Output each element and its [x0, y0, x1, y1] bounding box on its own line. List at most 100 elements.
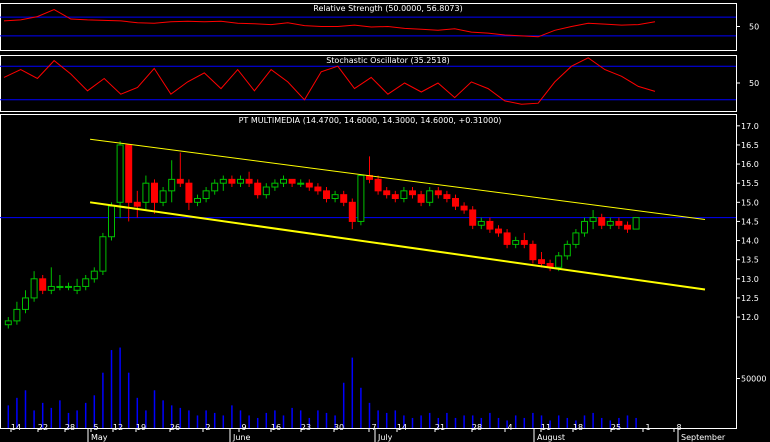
- price-candle-body: [202, 190, 210, 199]
- price-candle-body: [434, 190, 442, 196]
- price-ytick-label: 15.5: [741, 179, 759, 188]
- x-tick-label: 12: [113, 423, 123, 432]
- price-candle-body: [82, 278, 90, 287]
- price-candle-body: [409, 190, 416, 196]
- price-ytick-label: 16.5: [741, 141, 759, 150]
- x-tick-label: 11: [541, 423, 551, 432]
- price-candle-body: [357, 175, 365, 222]
- price-candle-body: [254, 182, 262, 196]
- price-candle-body: [99, 236, 107, 272]
- month-label: September: [681, 433, 726, 442]
- price-ytick-label: 14.0: [741, 237, 759, 246]
- price-candle-body: [22, 297, 29, 310]
- price-candle-body: [503, 232, 511, 245]
- price-candle-body: [185, 182, 193, 203]
- rsi-title: Relative Strength (50.0000, 56.8073): [313, 4, 462, 13]
- price-candle-body: [589, 217, 597, 222]
- price-candle-body: [512, 240, 520, 245]
- x-tick-label: 7: [371, 423, 376, 432]
- price-candle-body: [271, 182, 279, 188]
- price-ytick-label: 16.0: [741, 160, 759, 169]
- price-ytick-label: 12.0: [741, 313, 759, 322]
- price-candle-body: [400, 190, 408, 199]
- price-candle-body: [417, 194, 425, 203]
- price-candle-body: [219, 178, 227, 184]
- stochastic-title: Stochastic Oscillator (35.2518): [326, 56, 450, 65]
- price-candle-body: [142, 182, 150, 203]
- x-tick-label: 18: [573, 423, 583, 432]
- x-tick-label: 28: [65, 423, 75, 432]
- x-tick-label: 14: [11, 423, 21, 432]
- price-candle-body: [529, 243, 537, 261]
- month-label: May: [91, 433, 108, 442]
- price-candle-body: [563, 243, 571, 257]
- price-candle-body: [39, 278, 47, 291]
- rsi-series-line: [3, 9, 656, 38]
- stock-chart: 50 Relative Strength (50.0000, 56.8073) 50…: [0, 3, 766, 442]
- price-ytick-label: 15.0: [741, 198, 759, 207]
- month-label: July: [377, 433, 393, 442]
- price-candle-body: [314, 186, 322, 192]
- price-candle-body: [486, 220, 494, 230]
- price-candle-body: [47, 285, 55, 291]
- price-candle-body: [538, 259, 545, 265]
- price-candle-body: [615, 220, 623, 226]
- price-candle-body: [383, 190, 391, 196]
- x-tick-label: 23: [301, 423, 311, 432]
- price-candle-body: [4, 320, 12, 326]
- x-tick-label: 14: [397, 423, 407, 432]
- price-candle-body: [245, 178, 253, 184]
- price-candle-body: [632, 217, 640, 230]
- price-candle-body: [211, 182, 219, 192]
- price-candle-body: [176, 178, 184, 184]
- price-candle-body: [73, 285, 81, 291]
- price-candle-body: [305, 182, 313, 188]
- price-candle-body: [297, 182, 305, 185]
- price-title: PT MULTIMEDIA (14.4700, 14.6000, 14.3000…: [239, 116, 502, 125]
- x-tick-label: 21: [435, 423, 445, 432]
- price-candle-body: [452, 197, 459, 207]
- price-ytick-label: 17.0: [741, 122, 759, 131]
- price-candle-body: [65, 285, 72, 288]
- price-candle-body: [555, 255, 563, 268]
- x-tick-label: 1: [645, 423, 650, 432]
- price-candle-body: [56, 285, 64, 288]
- x-tick-label: 5: [93, 423, 98, 432]
- x-tick-label: 8: [676, 423, 681, 432]
- price-candle-body: [469, 209, 477, 226]
- x-tick-label: 30: [334, 423, 344, 432]
- price-ytick-label: 13.5: [741, 256, 759, 265]
- price-candle-body: [194, 197, 201, 203]
- stochastic-ytick-label: 50: [749, 79, 759, 88]
- price-candle-body: [159, 190, 167, 203]
- price-candle-body: [581, 220, 588, 234]
- x-tick-label: 4: [507, 423, 512, 432]
- x-tick-label: 25: [611, 423, 621, 432]
- price-candle-body: [262, 186, 270, 196]
- x-tick-label: 28: [472, 423, 482, 432]
- price-candle-body: [13, 308, 21, 322]
- price-candle-body: [443, 194, 451, 199]
- price-candle-body: [168, 178, 176, 192]
- price-candle-body: [228, 178, 236, 184]
- price-candle-body: [340, 194, 348, 203]
- price-candle-body: [606, 220, 614, 226]
- price-candle-body: [426, 190, 434, 203]
- price-candle-body: [237, 178, 244, 184]
- price-candle-body: [391, 194, 399, 199]
- price-candle-body: [572, 232, 580, 245]
- price-candle-body: [495, 228, 502, 234]
- price-candle-body: [151, 182, 158, 203]
- price-candle-body: [288, 178, 296, 184]
- x-tick-label: 22: [38, 423, 48, 432]
- price-ytick-label: 12.5: [741, 294, 759, 303]
- price-candle-body: [331, 194, 339, 199]
- price-candle-body: [520, 240, 528, 245]
- x-tick-label: 2: [205, 423, 210, 432]
- month-label: August: [537, 433, 565, 442]
- price-candle-body: [477, 220, 485, 226]
- rsi-ytick-label: 50: [749, 23, 759, 32]
- price-candle-body: [460, 205, 468, 211]
- x-tick-label: 16: [271, 423, 281, 432]
- price-candle-body: [108, 205, 115, 238]
